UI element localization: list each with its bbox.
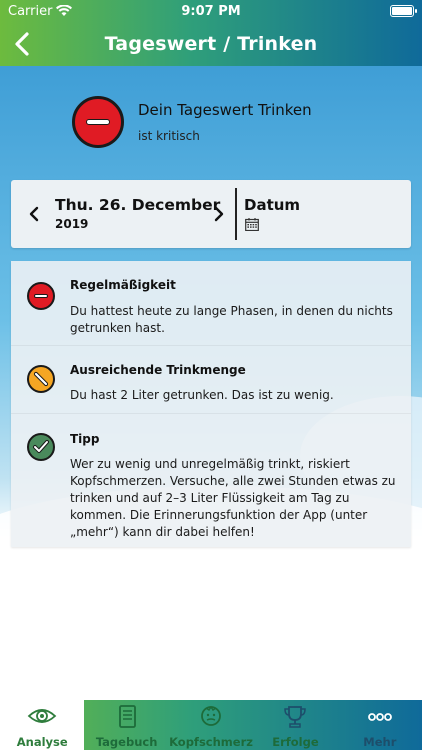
more-icon <box>367 713 392 721</box>
analysis-list: Regelmäßigkeit Du hattest heute zu lange… <box>11 261 411 547</box>
selected-date: Thu. 26. December <box>55 196 221 214</box>
selected-year: 2019 <box>55 217 89 231</box>
tab-analyse[interactable]: Analyse <box>0 700 85 750</box>
carrier-label: Carrier <box>8 3 53 19</box>
item-text: Wer zu wenig und unregelmäßig trinkt, ri… <box>70 457 396 539</box>
diary-icon <box>118 705 136 728</box>
date-picker-button[interactable]: Datum <box>244 196 300 214</box>
eye-icon <box>27 709 57 723</box>
status-left: Carrier <box>8 3 73 19</box>
tab-erfolge[interactable]: Erfolge <box>253 700 337 750</box>
trophy-icon <box>284 706 307 728</box>
tab-bar: Analyse Tagebuch Kopfschmerz Erfolge Meh… <box>0 700 422 750</box>
calendar-icon[interactable] <box>245 218 259 231</box>
check-icon <box>27 433 55 461</box>
item-text: Du hast 2 Liter getrunken. Das ist zu we… <box>70 388 334 402</box>
summary-status: ist kritisch <box>138 129 200 143</box>
list-item: Ausreichende Trinkmenge Du hast 2 Liter … <box>11 345 411 413</box>
tab-tagebuch[interactable]: Tagebuch <box>84 700 168 750</box>
item-title: Regelmäßigkeit <box>70 278 176 292</box>
navigation-bar: Tageswert / Trinken <box>0 22 422 66</box>
daily-value-summary: Dein Tageswert Trinken ist kritisch <box>72 96 402 152</box>
tab-label: Erfolge <box>272 735 319 749</box>
critical-status-icon <box>72 96 124 148</box>
page-title: Tageswert / Trinken <box>104 33 318 55</box>
tab-mehr[interactable]: Mehr <box>338 700 422 750</box>
wifi-icon <box>56 5 73 16</box>
list-item: Regelmäßigkeit Du hattest heute zu lange… <box>11 261 411 345</box>
previous-day-button[interactable] <box>26 204 42 224</box>
back-button[interactable] <box>10 30 36 58</box>
battery-icon <box>390 5 417 17</box>
list-item: Tipp Wer zu wenig und unregelmäßig trink… <box>11 413 411 547</box>
head-icon <box>201 705 221 726</box>
divider <box>235 188 237 240</box>
item-title: Ausreichende Trinkmenge <box>70 363 246 377</box>
tab-kopfschmerz[interactable]: Kopfschmerz <box>169 700 253 750</box>
clock: 9:07 PM <box>181 3 241 19</box>
item-text: Du hattest heute zu lange Phasen, in den… <box>70 304 393 335</box>
summary-title: Dein Tageswert Trinken <box>138 101 312 119</box>
critical-icon <box>27 282 55 310</box>
item-title: Tipp <box>70 432 100 446</box>
tab-label: Analyse <box>16 735 68 749</box>
next-day-button[interactable] <box>211 204 227 224</box>
background-white <box>0 546 422 700</box>
tab-label: Mehr <box>363 735 397 749</box>
tab-label: Tagebuch <box>95 735 158 749</box>
tab-label: Kopfschmerz <box>169 735 253 749</box>
warning-icon <box>27 365 55 393</box>
header: Carrier 9:07 PM Tageswert / Trinken <box>0 0 422 66</box>
date-selector: Thu. 26. December 2019 Datum <box>11 180 411 248</box>
status-bar: Carrier 9:07 PM <box>0 0 422 22</box>
